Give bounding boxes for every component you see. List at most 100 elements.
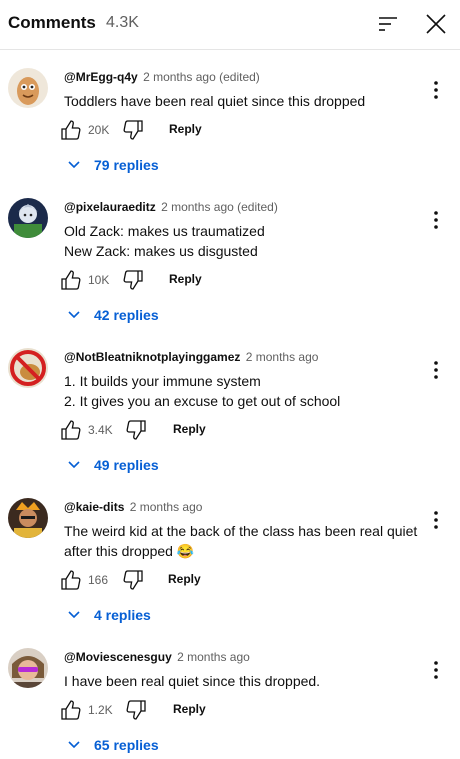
sort-button[interactable] <box>374 10 402 38</box>
comment-thread: @kaie-dits 2 months ago The weird kid at… <box>0 480 460 630</box>
comment-text: Old Zack: makes us traumatized New Zack:… <box>64 221 424 261</box>
comment-time[interactable]: 2 months ago <box>130 500 203 514</box>
comment-thread: @MrEgg-q4y 2 months ago (edited) Toddler… <box>0 50 460 200</box>
no-sign-avatar-icon <box>8 348 48 388</box>
chevron-down-icon <box>68 161 80 169</box>
comment-meta: @NotBleatniknotplayinggamez 2 months ago <box>64 350 318 364</box>
thumbs-up-icon <box>61 270 81 290</box>
close-icon <box>426 14 446 34</box>
comment-text: The weird kid at the back of the class h… <box>64 521 424 561</box>
chevron-down-icon <box>68 611 80 619</box>
comment-text-line: New Zack: makes us disgusted <box>64 243 258 259</box>
anime-avatar-icon <box>8 198 48 238</box>
comment-text: 1. It builds your immune system 2. It gi… <box>64 371 424 411</box>
dislike-button[interactable] <box>125 698 147 722</box>
replies-count: 42 replies <box>94 307 159 323</box>
comment-text-line: 1. It builds your immune system <box>64 373 261 389</box>
comment-actions: 10K Reply <box>60 268 260 292</box>
more-vertical-icon <box>434 661 438 679</box>
comment-meta: @pixelauraeditz 2 months ago (edited) <box>64 200 278 214</box>
comments-count: 4.3K <box>106 14 139 31</box>
like-button[interactable] <box>60 568 82 592</box>
chevron-down-icon <box>68 461 80 469</box>
comment-more-button[interactable] <box>424 658 448 682</box>
reply-button[interactable]: Reply <box>169 122 202 136</box>
reply-button[interactable]: Reply <box>169 272 202 286</box>
comment-text-line: after this dropped 😂 <box>64 543 195 559</box>
like-button[interactable] <box>60 698 82 722</box>
more-vertical-icon <box>434 81 438 99</box>
comment-time[interactable]: 2 months ago <box>246 350 319 364</box>
comment-text-line: Toddlers have been real quiet since this… <box>64 93 366 109</box>
avatar[interactable] <box>8 648 48 688</box>
comment-more-button[interactable] <box>424 208 448 232</box>
more-vertical-icon <box>434 511 438 529</box>
comment-actions: 20K Reply <box>60 118 260 142</box>
avatar[interactable] <box>8 68 48 108</box>
avatar[interactable] <box>8 498 48 538</box>
thumbs-down-icon <box>123 570 143 590</box>
reply-button[interactable]: Reply <box>173 702 206 716</box>
comments-header: Comments 4.3K <box>0 0 460 50</box>
avatar[interactable] <box>8 348 48 388</box>
avatar[interactable] <box>8 198 48 238</box>
like-count: 166 <box>88 573 109 587</box>
comment-time[interactable]: 2 months ago (edited) <box>161 200 278 214</box>
comment-text-line: The weird kid at the back of the class h… <box>64 523 418 539</box>
reply-button[interactable]: Reply <box>173 422 206 436</box>
comment-actions: 166 Reply <box>60 568 260 592</box>
like-button[interactable] <box>60 268 82 292</box>
replies-count: 79 replies <box>94 157 159 173</box>
comment-author[interactable]: @pixelauraeditz <box>64 200 156 214</box>
thumbs-down-icon <box>123 270 143 290</box>
comment-actions: 1.2K Reply <box>60 698 260 722</box>
dislike-button[interactable] <box>122 268 144 292</box>
replies-count: 4 replies <box>94 607 151 623</box>
thumbs-up-icon <box>61 700 81 720</box>
egg-avatar-icon <box>8 68 48 108</box>
like-count: 20K <box>88 123 110 137</box>
comment-more-button[interactable] <box>424 508 448 532</box>
like-count: 3.4K <box>88 423 113 437</box>
comment-time[interactable]: 2 months ago (edited) <box>143 70 260 84</box>
comment-more-button[interactable] <box>424 358 448 382</box>
comment-author[interactable]: @NotBleatniknotplayinggamez <box>64 350 240 364</box>
comment-time[interactable]: 2 months ago <box>177 650 250 664</box>
character-avatar-icon <box>8 498 48 538</box>
comment-text-line: 2. It gives you an excuse to get out of … <box>64 393 341 409</box>
comment-text-line: I have been real quiet since this droppe… <box>64 673 321 689</box>
thumbs-down-icon <box>126 420 146 440</box>
thumbs-up-icon <box>61 420 81 440</box>
comment-actions: 3.4K Reply <box>60 418 260 442</box>
reply-button[interactable]: Reply <box>168 572 201 586</box>
comment-meta: @Moviescenesguy 2 months ago <box>64 650 250 664</box>
like-count: 10K <box>88 273 110 287</box>
comment-author[interactable]: @kaie-dits <box>64 500 124 514</box>
comment-more-button[interactable] <box>424 78 448 102</box>
sort-icon <box>379 17 397 31</box>
comment-author[interactable]: @Moviescenesguy <box>64 650 172 664</box>
thumbs-up-icon <box>61 570 81 590</box>
thumbs-down-icon <box>123 120 143 140</box>
like-button[interactable] <box>60 418 82 442</box>
comment-text-line: Old Zack: makes us traumatized <box>64 223 265 239</box>
thumbs-down-icon <box>126 700 146 720</box>
like-count: 1.2K <box>88 703 113 717</box>
comment-author[interactable]: @MrEgg-q4y <box>64 70 138 84</box>
dislike-button[interactable] <box>125 418 147 442</box>
chevron-down-icon <box>68 741 80 749</box>
comments-title: Comments <box>8 13 96 32</box>
close-button[interactable] <box>422 10 450 38</box>
more-vertical-icon <box>434 211 438 229</box>
comment-text: I have been real quiet since this droppe… <box>64 671 424 691</box>
replies-count: 49 replies <box>94 457 159 473</box>
dislike-button[interactable] <box>122 118 144 142</box>
photo-avatar-icon <box>8 648 48 688</box>
comment-thread: @NotBleatniknotplayinggamez 2 months ago… <box>0 330 460 480</box>
like-button[interactable] <box>60 118 82 142</box>
dislike-button[interactable] <box>122 568 144 592</box>
comment-meta: @MrEgg-q4y 2 months ago (edited) <box>64 70 260 84</box>
more-vertical-icon <box>434 361 438 379</box>
chevron-down-icon <box>68 311 80 319</box>
comment-thread: @Moviescenesguy 2 months ago I have been… <box>0 630 460 759</box>
